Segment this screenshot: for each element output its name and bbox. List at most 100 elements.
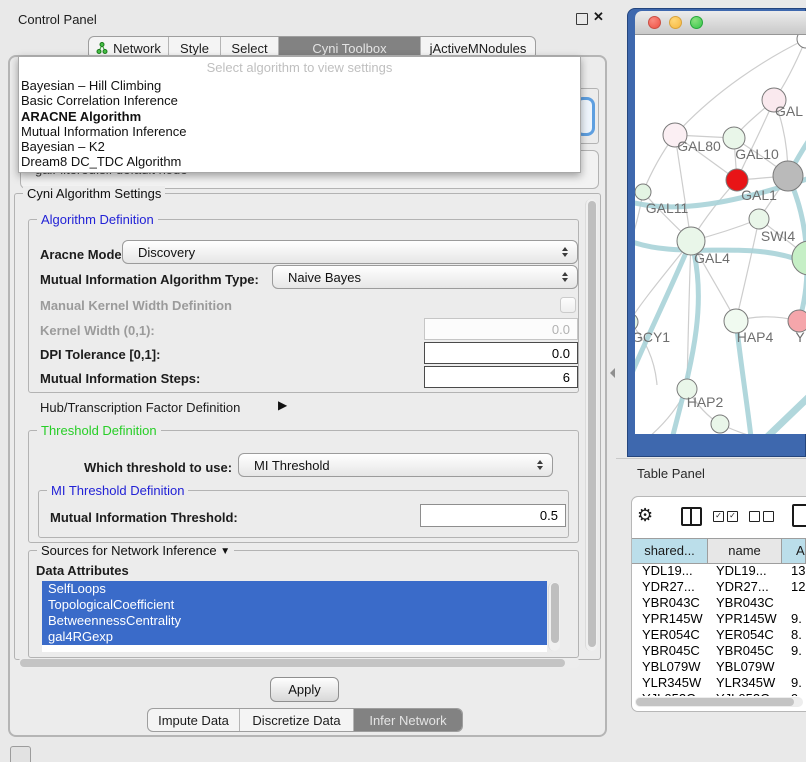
network-node[interactable] — [797, 35, 806, 48]
table-cell: 9. — [791, 611, 802, 626]
algorithm-option[interactable]: Dream8 DC_TDC Algorithm — [19, 154, 580, 169]
apply-button[interactable]: Apply — [270, 677, 339, 702]
manual-kernel-label: Manual Kernel Width Definition — [40, 298, 232, 313]
cyni-settings-title: Cyni Algorithm Settings — [23, 186, 165, 201]
manual-kernel-checkbox[interactable] — [560, 297, 576, 313]
table-cell: YLR345W — [642, 675, 701, 690]
network-window-titlebar[interactable] — [635, 11, 806, 35]
aracne-mode-combo[interactable]: Discovery — [122, 240, 578, 264]
dpi-tolerance-field[interactable]: 0.0 — [424, 342, 578, 364]
table-panel-divider — [616, 458, 806, 459]
algorithm-definition-title: Algorithm Definition — [37, 212, 158, 227]
table-row[interactable]: YJL052CYJL052C9. — [632, 690, 806, 696]
network-node[interactable] — [635, 184, 651, 200]
close-panel-icon[interactable]: ✕ — [593, 9, 604, 25]
tab-infer-network[interactable]: Infer Network — [354, 709, 462, 731]
close-window-icon[interactable] — [648, 16, 661, 29]
mi-threshold-field[interactable]: 0.5 — [420, 504, 566, 527]
network-node[interactable] — [711, 415, 729, 433]
network-node[interactable] — [773, 161, 803, 191]
float-panel-icon[interactable] — [576, 13, 588, 25]
table-row[interactable]: YPR145W YPR145W 9. — [632, 610, 806, 626]
gear-icon[interactable]: ⚙ — [637, 505, 653, 526]
algorithm-option[interactable]: ARACNE Algorithm — [19, 109, 580, 124]
sources-collapse-icon[interactable]: ▼ — [220, 546, 230, 557]
algorithm-dropdown-popup: Select algorithm to view settings Bayesi… — [18, 56, 581, 173]
columns-icon[interactable] — [681, 507, 702, 526]
table-cell: YER054C — [642, 627, 700, 642]
tab-label: Impute Data — [158, 713, 229, 728]
table-row[interactable]: YLR345WYLR345W9. — [632, 674, 806, 690]
network-node-label: GAL4 — [694, 250, 730, 266]
deselect-all-checks-icon[interactable] — [749, 511, 774, 522]
mi-steps-field[interactable]: 6 — [424, 366, 578, 388]
attribute-list-item[interactable]: TopologicalCoefficient — [42, 597, 547, 613]
mi-type-value: Naive Bayes — [273, 270, 361, 285]
combo-spinner-icon — [537, 460, 543, 470]
select-all-checks-icon[interactable]: ✓✓ — [713, 511, 738, 522]
minimize-window-icon[interactable] — [669, 16, 682, 29]
which-threshold-label: Which threshold to use: — [84, 460, 232, 475]
table-row[interactable]: YDL19...YDL19...13 — [632, 562, 806, 578]
dock-panel-icon[interactable] — [10, 746, 31, 762]
table-row[interactable]: YBR045CYBR045C9. — [632, 642, 806, 658]
which-threshold-value: MI Threshold — [239, 458, 330, 473]
algorithm-option[interactable]: Bayesian – Hill Climbing — [19, 78, 580, 93]
attribute-list-item[interactable]: gal4RGexp — [42, 629, 547, 645]
table-rows: YDL19...YDL19...13YDR27...YDR27...12YBR0… — [632, 562, 806, 696]
tab-discretize-data[interactable]: Discretize Data — [240, 709, 354, 731]
table-cell: YPR145W — [716, 611, 777, 626]
network-node-label: GAL — [775, 103, 803, 119]
combo-spinner-icon — [562, 247, 568, 257]
table-cell: YBR043C — [642, 595, 700, 610]
tab-label: jActiveMNodules — [430, 41, 527, 56]
table-row[interactable]: YBR043CYBR043C — [632, 594, 806, 610]
tab-label: Cyni Toolbox — [312, 41, 386, 56]
attributes-vscrollbar[interactable] — [548, 582, 560, 651]
mi-steps-label: Mutual Information Steps: — [40, 371, 200, 386]
table-cell: YLR345W — [716, 675, 775, 690]
zoom-window-icon[interactable] — [690, 16, 703, 29]
table-row[interactable]: YER054CYER054C8. — [632, 626, 806, 642]
table-cell: 8. — [791, 627, 802, 642]
cyni-bottom-tabs: Impute Data Discretize Data Infer Network — [147, 708, 463, 732]
attribute-list-item[interactable]: BetweennessCentrality — [42, 613, 547, 629]
tab-label: Discretize Data — [252, 713, 340, 728]
kernel-width-label: Kernel Width (0,1): — [40, 323, 155, 338]
network-node-label: GAL10 — [735, 146, 779, 162]
export-table-icon[interactable] — [792, 504, 806, 527]
column-header-name[interactable]: name — [708, 539, 782, 563]
table-cell: YDL19... — [716, 563, 767, 578]
network-node[interactable] — [749, 209, 769, 229]
kernel-width-field[interactable]: 0.0 — [424, 318, 578, 340]
network-node-label: HAP4 — [737, 329, 774, 345]
network-canvas[interactable]: GALGAL80GAL10GAL1GAL11SWI4GAL4GCY1HAP4YH… — [635, 35, 806, 434]
table-row[interactable]: YDR27...YDR27...12 — [632, 578, 806, 594]
table-cell: YJL052C — [642, 691, 695, 696]
network-node-label: HAP2 — [687, 394, 724, 410]
table-cell: YPR145W — [642, 611, 703, 626]
tab-impute-data[interactable]: Impute Data — [148, 709, 240, 731]
settings-hscrollbar[interactable] — [18, 658, 580, 668]
mi-type-combo[interactable]: Naive Bayes — [272, 265, 578, 289]
table-cell: YJL052C — [716, 691, 769, 696]
table-hscrollbar[interactable] — [635, 697, 803, 707]
tab-label: Style — [180, 41, 209, 56]
aracne-mode-label: Aracne Mode: — [40, 247, 126, 262]
algorithm-option[interactable]: Bayesian – K2 — [19, 139, 580, 154]
settings-vscrollbar[interactable] — [585, 199, 597, 651]
column-header-cut[interactable]: A — [782, 539, 806, 563]
attribute-list-item[interactable]: SelfLoops — [42, 581, 547, 597]
dpi-tolerance-label: DPI Tolerance [0,1]: — [40, 347, 160, 362]
algorithm-option[interactable]: Mutual Information Inference — [19, 124, 580, 139]
column-header-shared-name[interactable]: shared... — [632, 539, 708, 563]
algorithm-option[interactable]: Basic Correlation Inference — [19, 93, 580, 108]
aracne-mode-value: Discovery — [123, 245, 195, 260]
divider-collapse-handle[interactable] — [610, 368, 615, 378]
table-cell: YBL079W — [642, 659, 701, 674]
hub-expand-icon[interactable]: ▶ — [278, 398, 287, 412]
tab-label: Infer Network — [369, 713, 446, 728]
table-row[interactable]: YBL079WYBL079W — [632, 658, 806, 674]
network-node-label: GAL11 — [646, 200, 689, 216]
which-threshold-combo[interactable]: MI Threshold — [238, 453, 553, 477]
